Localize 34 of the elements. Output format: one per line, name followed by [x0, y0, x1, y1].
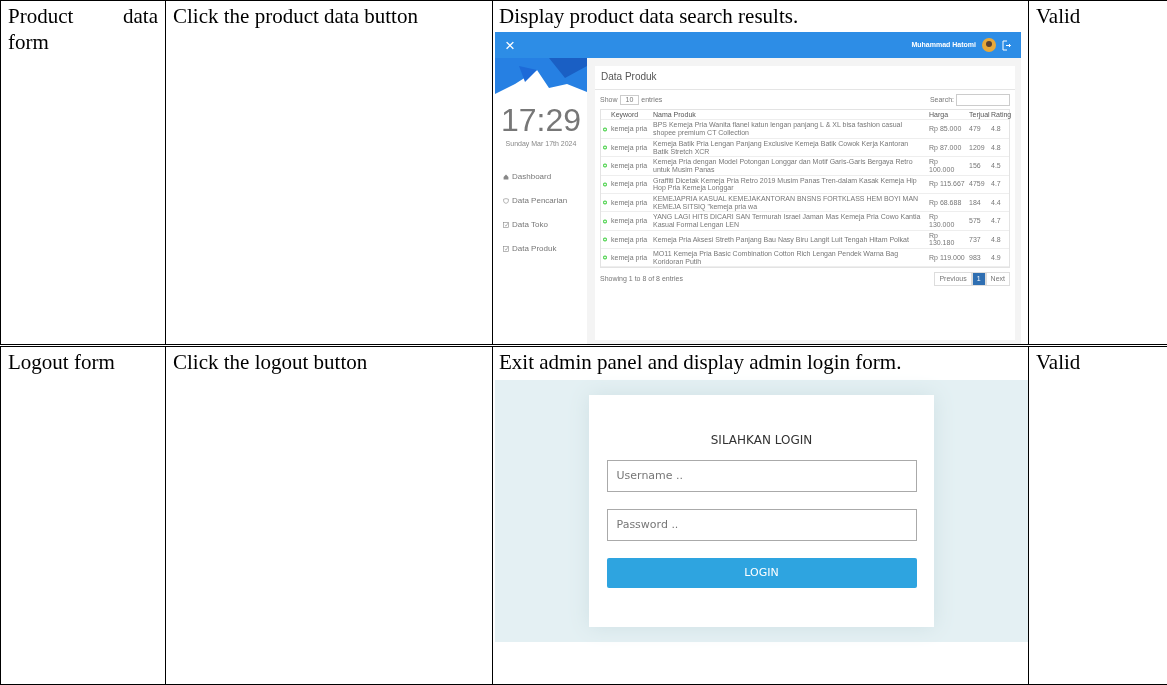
form-name: Product data form [8, 4, 158, 55]
plus-icon[interactable] [603, 200, 607, 206]
username-field[interactable]: Username .. [606, 459, 917, 492]
status-text: Valid [1036, 350, 1081, 375]
checkbox-icon [503, 222, 509, 228]
avatar-icon [982, 38, 996, 53]
plus-icon[interactable] [603, 236, 607, 242]
login-button[interactable]: LOGIN [606, 557, 917, 588]
sidebar-item[interactable]: Data Toko [512, 220, 548, 230]
sidebar-item[interactable]: Dashboard [512, 172, 552, 182]
action-text: Click the product data button [173, 4, 418, 28]
shield-icon [503, 198, 509, 204]
sidebar-item[interactable]: Data Pencarian [512, 196, 568, 206]
clock: 17:29 [499, 101, 583, 141]
plus-icon[interactable] [603, 255, 607, 261]
plus-icon[interactable] [603, 145, 607, 150]
checkbox-icon [503, 246, 509, 252]
result-text: Exit admin panel and display admin login form. [498, 349, 903, 376]
close-icon[interactable]: × [505, 34, 585, 56]
search-field[interactable] [956, 93, 1010, 106]
logout-icon[interactable] [1002, 39, 1011, 51]
page-title: Data Produk [595, 66, 1015, 90]
sidebar-item[interactable]: Data Produk [512, 244, 557, 254]
status-text: Valid [1036, 4, 1081, 28]
plus-icon[interactable] [603, 218, 607, 224]
home-icon [503, 174, 509, 180]
plus-icon[interactable] [603, 181, 607, 187]
form-name: Logout form [8, 350, 115, 375]
plus-icon[interactable] [603, 163, 607, 169]
login-heading: SILAHKAN LOGIN [710, 432, 813, 448]
action-text: Click the logout button [173, 350, 368, 375]
result-text: Display product data search results. [498, 3, 800, 30]
plus-icon[interactable] [603, 126, 607, 132]
password-field[interactable]: Password .. [606, 508, 917, 541]
